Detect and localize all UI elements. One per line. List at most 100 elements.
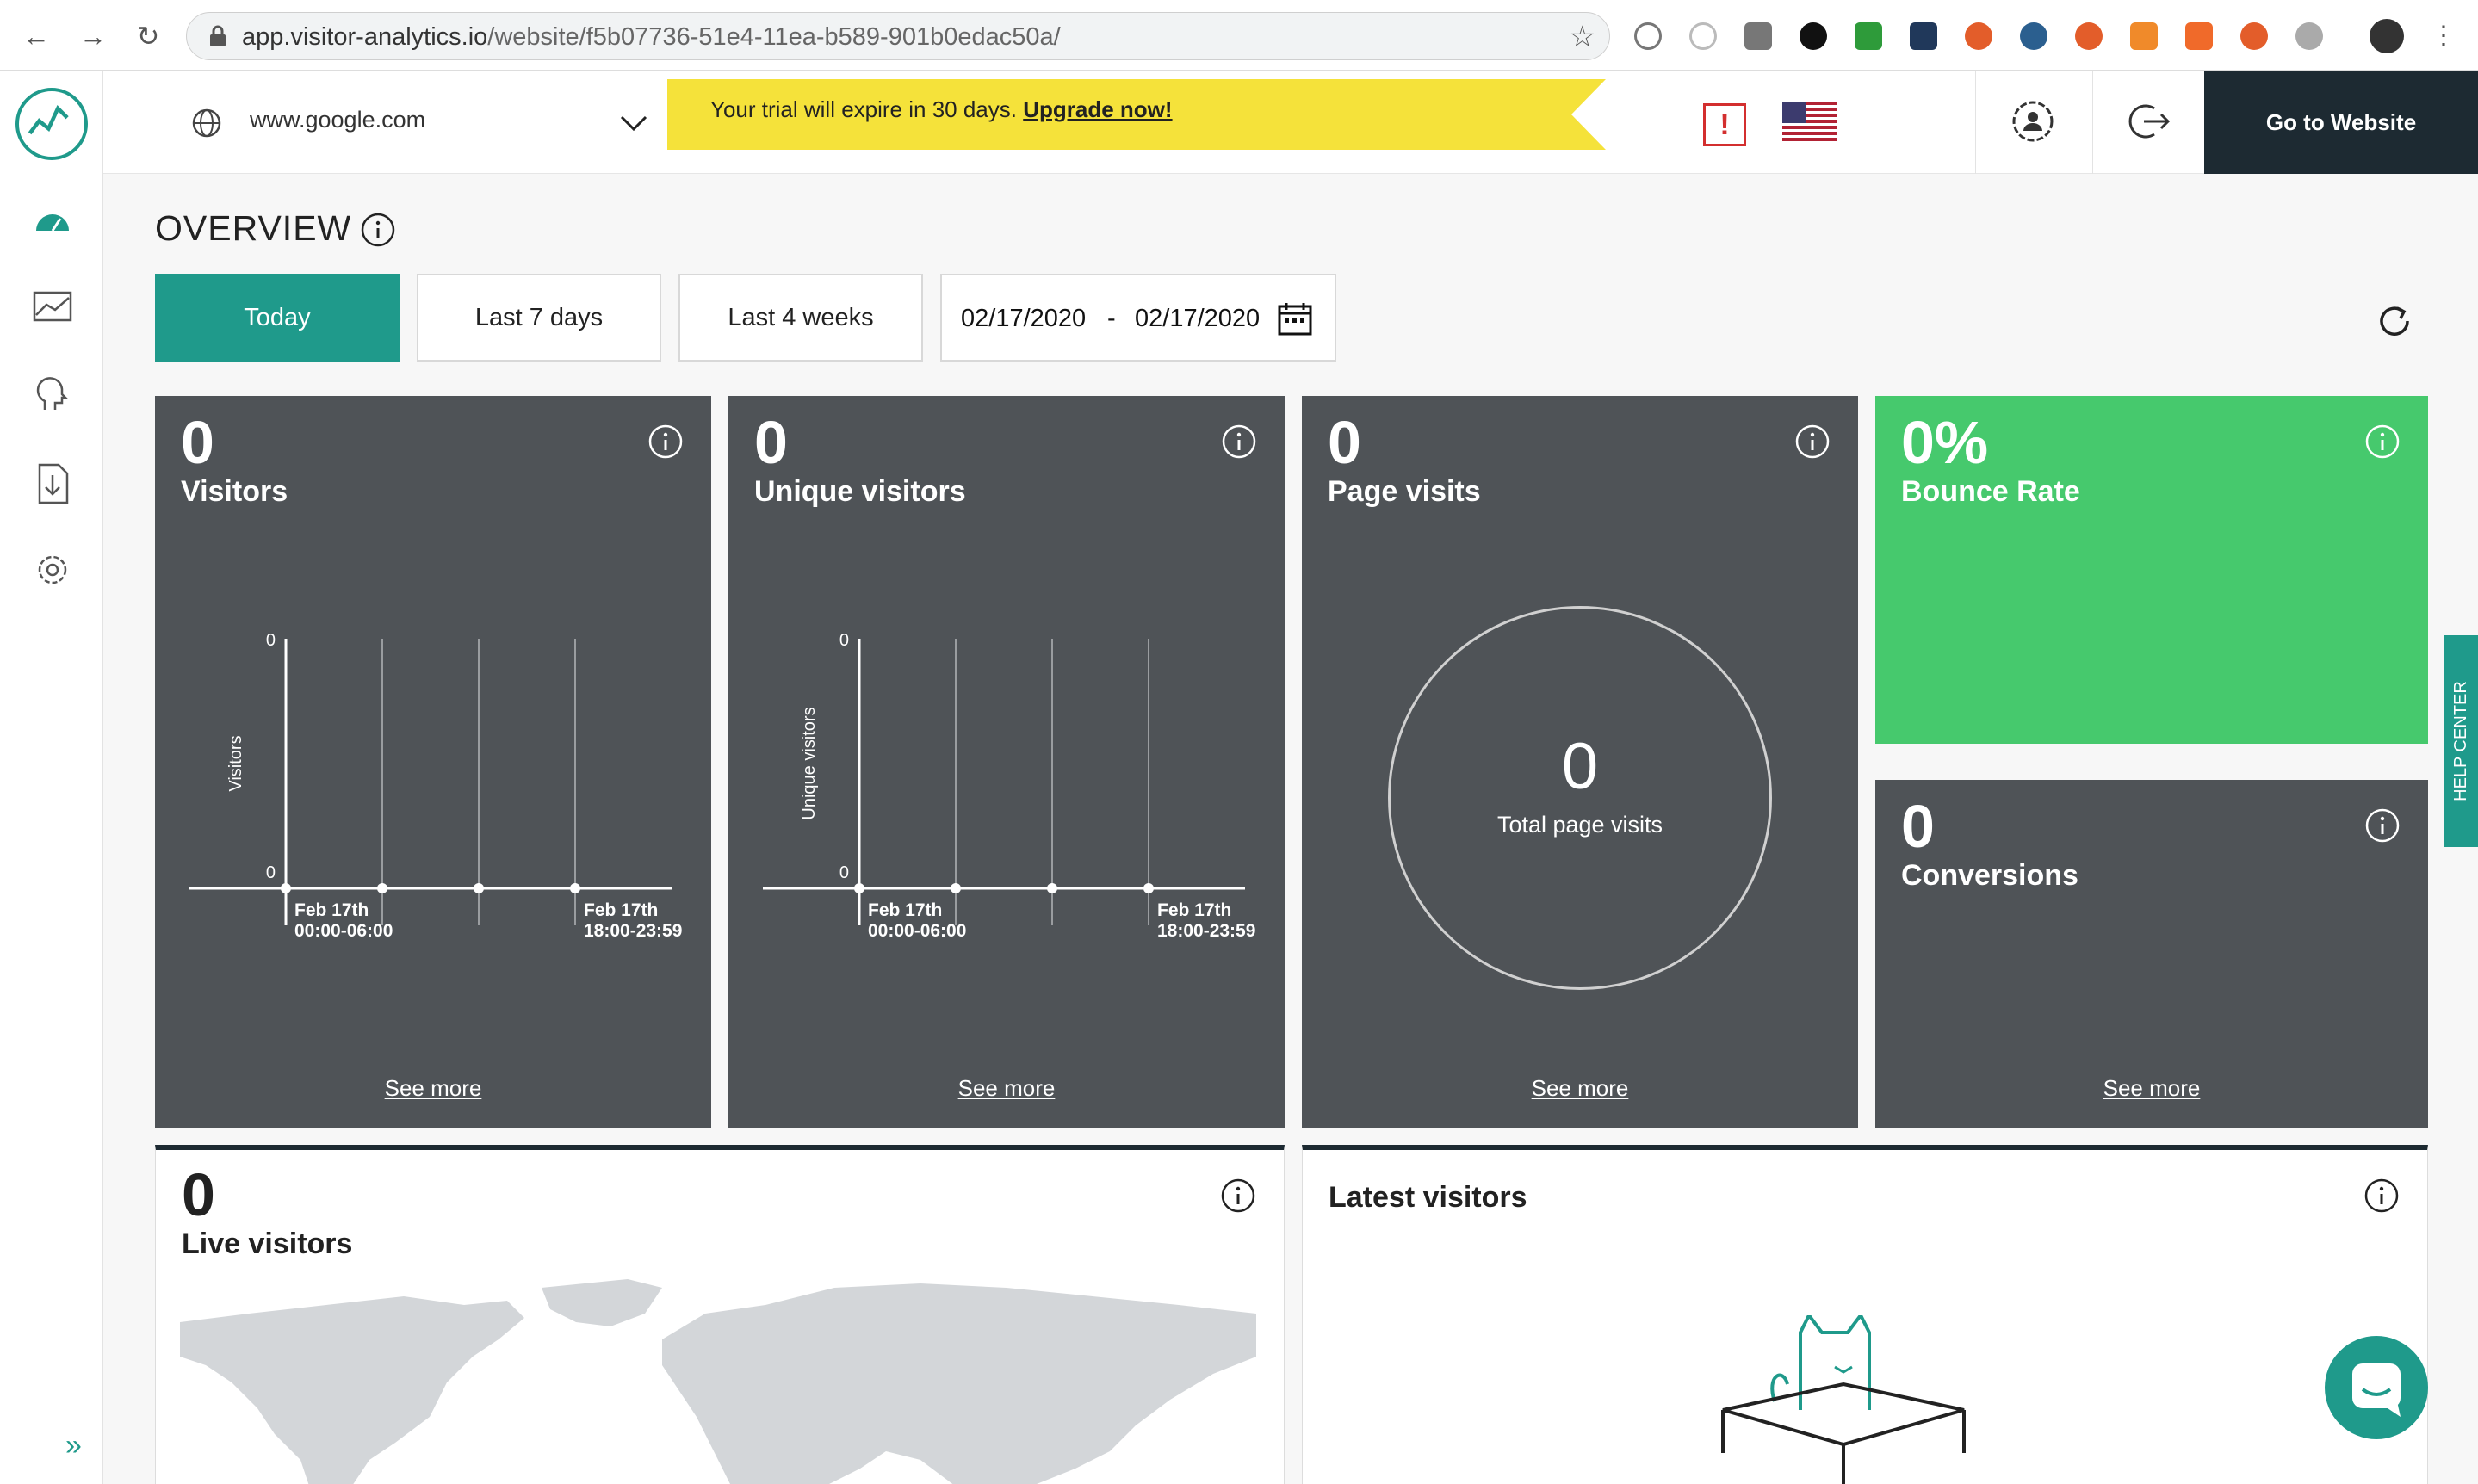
upgrade-link[interactable]: Upgrade now!	[1023, 96, 1172, 122]
download-report-icon[interactable]	[33, 463, 72, 504]
go-to-website-button[interactable]: Go to Website	[2204, 71, 2478, 174]
info-icon[interactable]	[1794, 424, 1831, 460]
expand-sidebar-icon[interactable]: »	[65, 1429, 82, 1462]
unique-visitors-see-more-link[interactable]: See more	[728, 1075, 1285, 1102]
total-page-visits-circle: 0 Total page visits	[1388, 606, 1772, 990]
page-visits-card: 0 Page visits 0 Total page visits See mo…	[1302, 396, 1858, 1128]
live-visitors-card: 0 Live visitors	[155, 1145, 1285, 1484]
x-tick-label: 18:00-23:59	[1157, 921, 1255, 938]
account-gear-icon[interactable]	[2010, 98, 2056, 145]
logout-icon[interactable]	[2125, 98, 2171, 145]
visitors-value: 0	[181, 409, 214, 476]
conversions-see-more-link[interactable]: See more	[1875, 1075, 2428, 1102]
page-visits-see-more-link[interactable]: See more	[1302, 1075, 1858, 1102]
latest-visitors-label: Latest visitors	[1329, 1181, 1527, 1214]
us-flag-icon[interactable]	[1782, 102, 1837, 143]
rss-icon[interactable]	[2130, 22, 2158, 50]
extension-icon[interactable]	[1689, 22, 1717, 50]
extension-icon[interactable]	[2295, 22, 2323, 50]
chat-icon	[2352, 1363, 2401, 1417]
info-icon[interactable]	[2364, 807, 2401, 844]
x-tick-label: 00:00-06:00	[868, 921, 966, 938]
data-point	[570, 883, 580, 893]
y-tick-label: 0	[839, 631, 849, 650]
date-to: 02/17/2020	[1135, 305, 1261, 332]
date-range-picker[interactable]: 02/17/2020 - 02/17/2020	[940, 274, 1336, 362]
url-path: /website/f5b07736-51e4-11ea-b589-901b0ed…	[487, 23, 1061, 51]
address-bar[interactable]: app.visitor-analytics.io/website/f5b0773…	[186, 12, 1610, 60]
bounce-rate-card: 0% Bounce Rate	[1875, 396, 2428, 744]
info-icon[interactable]	[2363, 1178, 2400, 1214]
conversions-value: 0	[1901, 793, 1935, 860]
alert-icon[interactable]: !	[1703, 103, 1746, 146]
range-today-button[interactable]: Today	[155, 274, 400, 362]
forward-icon[interactable]: →	[76, 19, 110, 53]
page-visits-label: Page visits	[1328, 475, 1481, 508]
x-tick-label: Feb 17th	[584, 900, 658, 920]
conversions-card: 0 Conversions See more	[1875, 780, 2428, 1128]
reload-icon[interactable]: ↻	[131, 19, 165, 53]
page-title: OVERVIEW	[155, 208, 352, 248]
lock-icon	[210, 25, 226, 46]
extension-icon[interactable]	[1965, 22, 1992, 50]
calendar-icon[interactable]	[1278, 301, 1312, 336]
bounce-rate-label: Bounce Rate	[1901, 475, 2080, 508]
info-icon[interactable]	[2364, 424, 2401, 460]
date-separator: -	[1107, 305, 1116, 332]
info-icon[interactable]	[1220, 1178, 1256, 1214]
data-point	[1047, 883, 1057, 893]
latest-visitors-card: Latest visitors	[1302, 1145, 2428, 1484]
extension-icon[interactable]	[2020, 22, 2047, 50]
range-last-7-days-button[interactable]: Last 7 days	[417, 274, 661, 362]
unique-visitors-label: Unique visitors	[754, 475, 966, 508]
info-icon[interactable]	[647, 424, 684, 460]
camera-icon[interactable]	[1744, 22, 1772, 50]
dashboard-icon[interactable]	[33, 201, 72, 236]
data-point	[951, 883, 961, 893]
extension-icon[interactable]	[2075, 22, 2103, 50]
help-center-tab[interactable]: HELP CENTER	[2444, 635, 2478, 847]
page-visits-value: 0	[1328, 409, 1361, 476]
back-icon[interactable]: ←	[19, 19, 53, 53]
unique-visitors-value: 0	[754, 409, 788, 476]
bounce-rate-value: 0%	[1901, 409, 1989, 476]
extension-icon[interactable]	[1800, 22, 1827, 50]
range-last-4-weeks-button[interactable]: Last 4 weeks	[678, 274, 923, 362]
info-icon[interactable]	[360, 212, 396, 248]
data-point	[1143, 883, 1154, 893]
url-domain: app.visitor-analytics.io	[242, 23, 488, 51]
trial-text: Your trial will expire in 30 days.	[710, 96, 1017, 122]
total-page-visits-value: 0	[1561, 730, 1599, 803]
site-selector[interactable]: www.google.com	[103, 71, 706, 174]
chat-button[interactable]	[2325, 1336, 2428, 1439]
extension-icon[interactable]	[2240, 22, 2268, 50]
visitors-see-more-link[interactable]: See more	[155, 1075, 711, 1102]
refresh-icon[interactable]	[2375, 301, 2414, 341]
extension-icon[interactable]	[1634, 22, 1662, 50]
y-axis-label: Unique visitors	[800, 707, 819, 819]
rss-icon[interactable]	[2185, 22, 2213, 50]
insights-icon[interactable]	[33, 377, 72, 411]
bookmark-star-icon[interactable]: ☆	[1570, 20, 1595, 54]
empty-box-cat-illustration	[1721, 1315, 1966, 1484]
conversions-label: Conversions	[1901, 859, 2078, 892]
y-axis-label: Visitors	[226, 735, 245, 791]
world-map	[180, 1279, 1256, 1484]
settings-gear-icon[interactable]	[33, 553, 72, 587]
live-visitors-label: Live visitors	[182, 1227, 353, 1260]
visitors-card: 0 Visitors 0 0 Visitors Feb 17th 00:00-06:00…	[155, 396, 711, 1128]
data-point	[281, 883, 291, 893]
x-tick-label: 00:00-06:00	[294, 921, 393, 938]
logo[interactable]	[15, 88, 88, 160]
unique-visitors-card: 0 Unique visitors 0 0 Unique visitors Feb 1…	[728, 396, 1285, 1128]
react-icon[interactable]	[1910, 22, 1937, 50]
data-point	[377, 883, 387, 893]
profile-avatar[interactable]	[2370, 19, 2404, 53]
visitors-label: Visitors	[181, 475, 288, 508]
cors-icon[interactable]	[1855, 22, 1882, 50]
menu-icon[interactable]: ⋮	[2426, 19, 2461, 53]
chevron-down-icon	[620, 115, 647, 132]
y-tick-label: 0	[266, 863, 276, 882]
info-icon[interactable]	[1221, 424, 1257, 460]
analytics-icon[interactable]	[33, 289, 72, 324]
